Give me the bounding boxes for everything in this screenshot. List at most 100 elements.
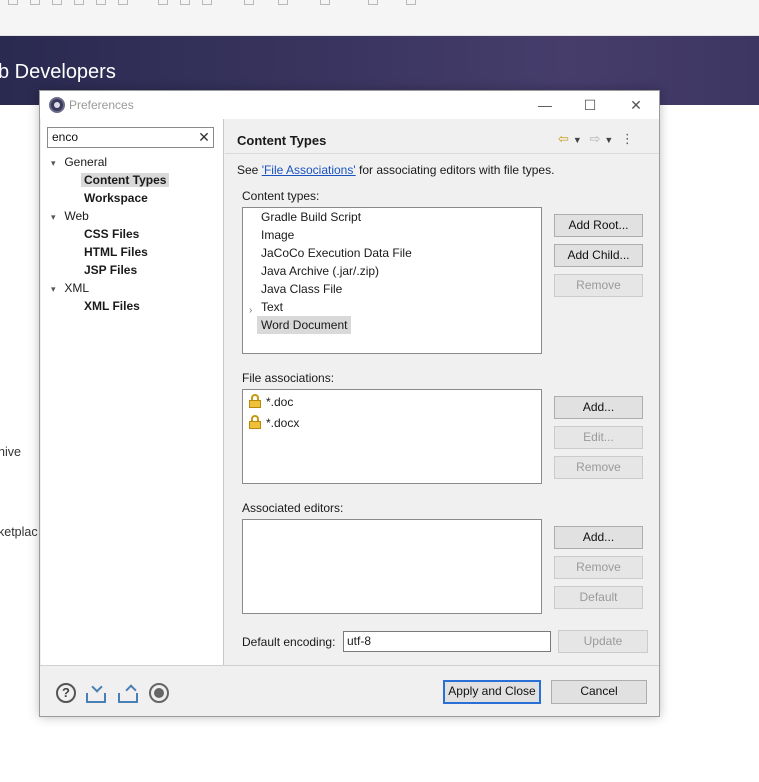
- forward-arrow-icon[interactable]: ⇨: [589, 131, 600, 147]
- tree-item-label: CSS Files: [84, 227, 140, 241]
- tree-item-xml[interactable]: ▾ XML: [51, 279, 89, 297]
- remove-content-type-button[interactable]: Remove: [554, 274, 643, 297]
- toolbar-icon: [278, 0, 288, 5]
- filter-input[interactable]: enco: [47, 127, 214, 148]
- eclipse-app-icon: [49, 97, 65, 113]
- preferences-tree-pane: enco ✕ ▾ General Content Types Workspace…: [41, 119, 224, 665]
- file-associations-link[interactable]: 'File Associations': [262, 163, 356, 177]
- tree-item-general[interactable]: ▾ General: [51, 153, 107, 171]
- clear-filter-icon[interactable]: ✕: [197, 129, 211, 145]
- content-types-tree[interactable]: Gradle Build Script Image JaCoCo Executi…: [242, 207, 542, 354]
- background-text: ketplac: [0, 525, 38, 539]
- file-associations-label: File associations:: [242, 371, 335, 385]
- content-type-item[interactable]: Text: [261, 298, 283, 316]
- header-divider: [225, 153, 659, 154]
- toolbar-icon: [406, 0, 416, 5]
- lock-icon: [249, 394, 261, 408]
- description-text: See 'File Associations' for associating …: [237, 163, 554, 177]
- tree-item-web[interactable]: ▾ Web: [51, 207, 89, 225]
- tree-item-label: XML Files: [84, 299, 140, 313]
- toolbar-icon: [368, 0, 378, 5]
- minimize-icon[interactable]: —: [534, 95, 556, 115]
- file-association-label: *.docx: [266, 416, 300, 430]
- page-title: Content Types: [237, 133, 327, 148]
- back-arrow-icon[interactable]: ⇦: [558, 131, 569, 147]
- content-type-item[interactable]: Image: [261, 226, 294, 244]
- description-prefix: See: [237, 163, 262, 177]
- tree-item-content-types[interactable]: Content Types: [81, 171, 170, 189]
- update-button[interactable]: Update: [558, 630, 648, 653]
- help-icon[interactable]: ?: [56, 683, 76, 703]
- default-encoding-input[interactable]: utf-8: [343, 631, 551, 652]
- tree-item-label: HTML Files: [84, 245, 148, 259]
- content-types-page: Content Types ⇦ ▼ ⇨ ▼ ⋮ See 'File Associat…: [225, 119, 659, 665]
- file-association-item[interactable]: *.doc: [249, 392, 293, 412]
- import-icon[interactable]: [86, 693, 106, 703]
- expanded-chevron-icon[interactable]: ▾: [51, 280, 61, 298]
- toolbar-icon: [30, 0, 40, 5]
- tree-item-workspace[interactable]: Workspace: [84, 189, 148, 207]
- tree-item-label: XML: [64, 281, 90, 295]
- page-navigation: ⇦ ▼ ⇨ ▼ ⋮: [558, 131, 638, 147]
- tree-item-label: Workspace: [84, 191, 148, 205]
- tree-item-label: Content Types: [81, 173, 170, 187]
- tree-item-label: Web: [64, 209, 89, 223]
- banner-title: b Developers: [0, 61, 116, 83]
- tree-item-jsp-files[interactable]: JSP Files: [84, 261, 137, 279]
- content-type-item-selected[interactable]: Word Document: [257, 316, 352, 334]
- content-types-label: Content types:: [242, 189, 320, 203]
- close-icon[interactable]: ✕: [625, 95, 647, 115]
- tree-item-css-files[interactable]: CSS Files: [84, 225, 139, 243]
- toolbar-icon: [74, 0, 84, 5]
- apply-and-close-button[interactable]: Apply and Close: [443, 680, 541, 704]
- add-file-association-button[interactable]: Add...: [554, 396, 643, 419]
- maximize-icon[interactable]: ☐: [579, 95, 601, 115]
- forward-menu-chevron-icon[interactable]: ▼: [604, 135, 613, 145]
- lock-icon: [249, 415, 261, 429]
- dialog-titlebar[interactable]: Preferences — ☐ ✕: [40, 91, 659, 119]
- toolbar-icon: [8, 0, 18, 5]
- remove-file-association-button[interactable]: Remove: [554, 456, 643, 479]
- expanded-chevron-icon[interactable]: ▾: [51, 208, 61, 226]
- content-type-item[interactable]: Gradle Build Script: [261, 208, 361, 226]
- remove-editor-button[interactable]: Remove: [554, 556, 643, 579]
- collapsed-chevron-icon[interactable]: ›: [249, 305, 252, 316]
- bottom-divider: [40, 665, 659, 666]
- edit-file-association-button[interactable]: Edit...: [554, 426, 643, 449]
- tree-item-xml-files[interactable]: XML Files: [84, 297, 140, 315]
- add-editor-button[interactable]: Add...: [554, 526, 643, 549]
- preferences-dialog: Preferences — ☐ ✕ enco ✕ ▾ General Conte…: [39, 90, 660, 717]
- record-icon[interactable]: [149, 683, 169, 703]
- back-menu-chevron-icon[interactable]: ▼: [573, 135, 582, 145]
- add-root-button[interactable]: Add Root...: [554, 214, 643, 237]
- toolbar-icon: [180, 0, 190, 5]
- add-child-button[interactable]: Add Child...: [554, 244, 643, 267]
- dialog-title: Preferences: [69, 98, 134, 112]
- toolbar-icon: [320, 0, 330, 5]
- tree-item-html-files[interactable]: HTML Files: [84, 243, 148, 261]
- export-icon[interactable]: [118, 693, 138, 703]
- cancel-button[interactable]: Cancel: [551, 680, 647, 704]
- tree-item-label: General: [64, 155, 108, 169]
- associated-editors-label: Associated editors:: [242, 501, 344, 515]
- expanded-chevron-icon[interactable]: ▾: [51, 154, 61, 172]
- file-association-item[interactable]: *.docx: [249, 413, 299, 433]
- tree-item-label: JSP Files: [84, 263, 138, 277]
- file-associations-list[interactable]: *.doc *.docx: [242, 389, 542, 484]
- toolbar-icon: [96, 0, 106, 5]
- file-association-label: *.doc: [266, 395, 294, 409]
- content-type-item[interactable]: Java Class File: [261, 280, 342, 298]
- description-suffix: for associating editors with file types.: [355, 163, 555, 177]
- background-text: hive: [0, 445, 21, 459]
- toolbar-icon: [202, 0, 212, 5]
- default-editor-button[interactable]: Default: [554, 586, 643, 609]
- view-menu-icon[interactable]: ⋮: [621, 131, 634, 147]
- content-type-item[interactable]: Java Archive (.jar/.zip): [261, 262, 379, 280]
- toolbar-icon: [52, 0, 62, 5]
- toolbar-icon: [158, 0, 168, 5]
- associated-editors-list[interactable]: [242, 519, 542, 614]
- toolbar-icon: [118, 0, 128, 5]
- toolbar-icon: [244, 0, 254, 5]
- content-type-item[interactable]: JaCoCo Execution Data File: [261, 244, 412, 262]
- default-encoding-label: Default encoding:: [242, 635, 336, 649]
